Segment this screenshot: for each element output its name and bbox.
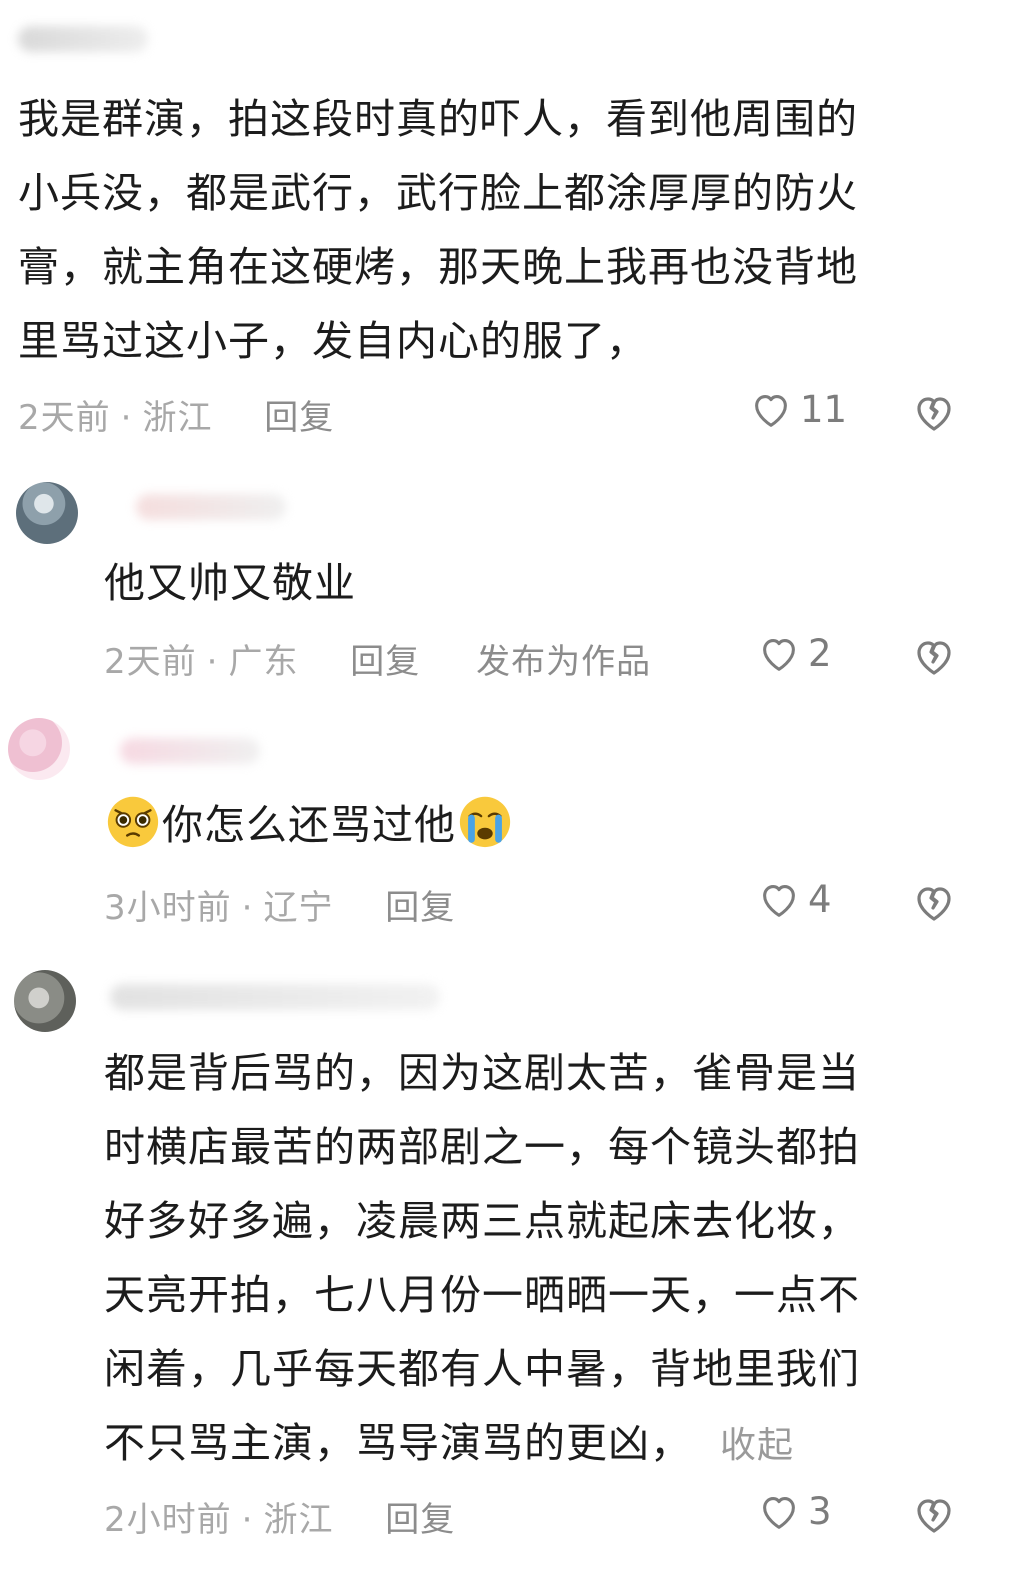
- like-count: 3: [808, 1489, 832, 1533]
- comment-line: 闲着，几乎每天都有人中暑，背地里我们: [104, 1345, 860, 1393]
- comment-line: 天亮开拍，七八月份一晒晒一天，一点不: [104, 1271, 860, 1319]
- username-blurred[interactable]: [120, 738, 260, 764]
- comment-location: 辽宁: [263, 888, 334, 928]
- comment-location: 浙江: [263, 1500, 334, 1540]
- comment-text: 我是群演，拍这段时真的吓人，看到他周围的 小兵没，都是武行，武行脸上都涂厚厚的防…: [18, 82, 858, 378]
- like-count: 4: [808, 877, 832, 921]
- comment-line: 里骂过这小子，发自内心的服了，: [18, 317, 648, 365]
- separator-dot: ·: [206, 642, 219, 682]
- comment-line: 小兵没，都是武行，武行脸上都涂厚厚的防火: [18, 169, 858, 217]
- avatar[interactable]: [8, 718, 70, 780]
- like-button[interactable]: 2: [756, 630, 832, 676]
- comment-line: 都是背后骂的，因为这剧太苦，雀骨是当: [104, 1049, 860, 1097]
- comment-line: 你怎么还骂过他: [104, 788, 514, 862]
- comment-meta: 2小时前 · 浙江 回复: [104, 1492, 455, 1541]
- like-button[interactable]: 3: [756, 1488, 832, 1534]
- comment-time: 2天前: [104, 642, 197, 682]
- broken-heart-icon[interactable]: [910, 878, 958, 926]
- heart-outline-icon: [763, 885, 795, 917]
- username-blurred[interactable]: [18, 26, 148, 52]
- comment-text: 你怎么还骂过他: [104, 788, 514, 862]
- collapse-button[interactable]: 收起: [720, 1425, 794, 1466]
- username-blurred[interactable]: [110, 984, 440, 1010]
- comment-line: 膏，就主角在这硬烤，那天晚上我再也没背地: [18, 243, 858, 291]
- comment-meta: 2天前 · 广东 回复 发布为作品: [104, 634, 651, 683]
- heart-outline-icon: [755, 395, 787, 427]
- reply-button[interactable]: 回复: [350, 634, 420, 683]
- comment-line: 我是群演，拍这段时真的吓人，看到他周围的: [18, 95, 858, 143]
- heart-outline-icon: [763, 1497, 795, 1529]
- comment-line: 时横店最苦的两部剧之一，每个镜头都拍: [104, 1123, 860, 1171]
- broken-heart-icon[interactable]: [910, 1490, 958, 1538]
- comment-line: 不只骂主演，骂导演骂的更凶， 收起: [104, 1406, 860, 1483]
- broken-heart-icon[interactable]: [910, 632, 958, 680]
- reply-button[interactable]: 回复: [264, 390, 334, 439]
- comment-meta: 2天前 · 浙江 回复: [18, 390, 334, 439]
- comment-line: 好多好多遍，凌晨两三点就起床去化妆，: [104, 1197, 860, 1245]
- separator-dot: ·: [241, 1500, 254, 1540]
- heart-outline-icon: [763, 639, 795, 671]
- comment-time: 3小时前: [104, 888, 232, 928]
- comment-meta: 3小时前 · 辽宁 回复: [104, 880, 455, 929]
- publish-as-work-button[interactable]: 发布为作品: [476, 634, 651, 683]
- username-blurred[interactable]: [136, 494, 286, 520]
- separator-dot: ·: [241, 888, 254, 928]
- reply-button[interactable]: 回复: [385, 1492, 455, 1541]
- avatar[interactable]: [14, 970, 76, 1032]
- avatar[interactable]: [16, 482, 78, 544]
- comment-line-text: 不只骂主演，骂导演骂的更凶，: [104, 1419, 692, 1467]
- comment-location: 浙江: [142, 398, 213, 438]
- crying-face-emoji-icon: [459, 796, 511, 848]
- like-count: 2: [808, 631, 832, 675]
- separator-dot: ·: [120, 398, 133, 438]
- comment-time: 2天前: [18, 398, 111, 438]
- comment-line-text: 你怎么还骂过他: [162, 801, 456, 849]
- reply-button[interactable]: 回复: [385, 880, 455, 929]
- comment-text: 他又帅又敬业: [104, 546, 356, 620]
- like-count: 11: [800, 387, 848, 431]
- pleading-face-emoji-icon: [107, 796, 159, 848]
- comment-text: 都是背后骂的，因为这剧太苦，雀骨是当 时横店最苦的两部剧之一，每个镜头都拍 好多…: [104, 1036, 860, 1483]
- comment-location: 广东: [228, 642, 299, 682]
- like-button[interactable]: 11: [748, 386, 847, 432]
- comment-line: 他又帅又敬业: [104, 559, 356, 607]
- like-button[interactable]: 4: [756, 876, 832, 922]
- broken-heart-icon[interactable]: [910, 388, 958, 436]
- comment-time: 2小时前: [104, 1500, 232, 1540]
